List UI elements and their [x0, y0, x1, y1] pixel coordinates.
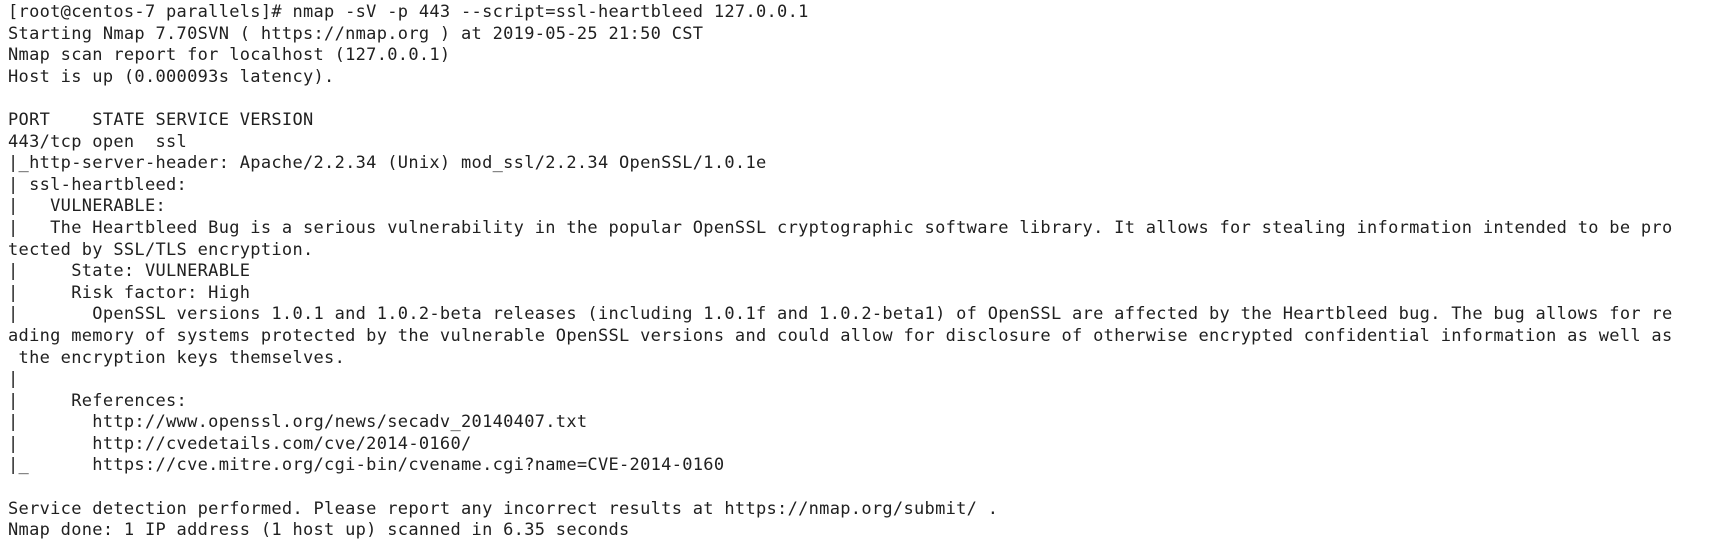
- terminal-window[interactable]: [root@centos-7 parallels]# nmap -sV -p 4…: [0, 0, 1734, 548]
- nmap-start-line: Starting Nmap 7.70SVN ( https://nmap.org…: [8, 23, 704, 44]
- affected-versions-wrap-line: the encryption keys themselves.: [8, 347, 346, 368]
- affected-versions-line: | OpenSSL versions 1.0.1 and 1.0.2-beta …: [8, 304, 1673, 325]
- vuln-description-wrap-line: tected by SSL/TLS encryption.: [8, 239, 314, 260]
- service-detection-line: Service detection performed. Please repo…: [8, 498, 999, 519]
- host-status-line: Host is up (0.000093s latency).: [8, 66, 335, 87]
- port-table-header: PORT STATE SERVICE VERSION: [8, 109, 314, 130]
- scan-report-line: Nmap scan report for localhost (127.0.0.…: [8, 45, 451, 66]
- reference-link-line: | http://www.openssl.org/news/secadv_201…: [8, 412, 588, 433]
- affected-versions-wrap-line: ading memory of systems protected by the…: [8, 325, 1673, 346]
- port-table-row: 443/tcp open ssl: [8, 131, 188, 152]
- reference-link-line: |_ https://cve.mitre.org/cgi-bin/cvename…: [8, 455, 725, 476]
- vuln-description-line: | The Heartbleed Bug is a serious vulner…: [8, 217, 1673, 238]
- risk-factor-line: | Risk factor: High: [8, 282, 251, 303]
- separator-line: |: [8, 369, 19, 390]
- vuln-state-line: | State: VULNERABLE: [8, 261, 251, 282]
- http-server-header-line: |_http-server-header: Apache/2.2.34 (Uni…: [8, 153, 767, 174]
- reference-link-line: | http://cvedetails.com/cve/2014-0160/: [8, 433, 472, 454]
- vulnerable-label-line: | VULNERABLE:: [8, 196, 167, 217]
- nmap-done-line: Nmap done: 1 IP address (1 host up) scan…: [8, 520, 630, 541]
- references-heading-line: | References:: [8, 390, 188, 411]
- command-prompt-line: [root@centos-7 parallels]# nmap -sV -p 4…: [8, 2, 809, 22]
- ssl-heartbleed-script-line: | ssl-heartbleed:: [8, 174, 188, 195]
